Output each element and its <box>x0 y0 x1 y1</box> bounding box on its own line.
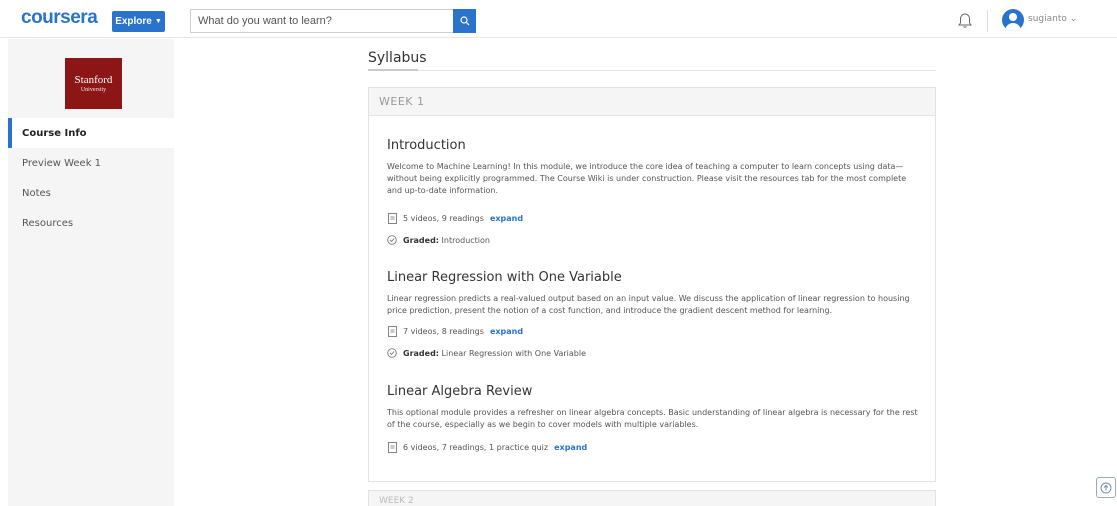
bell-icon[interactable] <box>957 12 973 29</box>
module-title: Linear Regression with One Variable <box>387 270 622 285</box>
graded-label: Graded: <box>403 235 439 245</box>
page-title: Syllabus <box>368 50 427 66</box>
header-divider <box>987 10 988 32</box>
sidebar-item-preview-week-1[interactable]: Preview Week 1 <box>8 148 174 178</box>
module-content-row: 5 videos, 9 readings expand <box>387 212 922 224</box>
title-divider <box>368 69 936 71</box>
stanford-logo: Stanford University <box>65 58 122 109</box>
sidebar-item-course-info[interactable]: Course Info <box>8 118 174 148</box>
scroll-top-icon <box>1100 482 1112 493</box>
graded-value: Introduction <box>441 235 490 245</box>
graded-badge-icon <box>387 235 397 246</box>
explore-button[interactable]: Explore ▼ <box>112 11 165 32</box>
sidebar-item-resources[interactable]: Resources <box>8 208 174 238</box>
module-description: Welcome to Machine Learning! In this mod… <box>387 162 907 195</box>
graded-badge-icon <box>387 348 397 359</box>
module-introduction: Introduction Welcome to Machine Learning… <box>387 138 922 246</box>
search-button[interactable] <box>453 9 476 33</box>
graded-label: Graded: <box>403 348 439 358</box>
search-input[interactable] <box>190 9 453 33</box>
expand-link[interactable]: expand <box>490 327 523 336</box>
module-title: Introduction <box>387 138 466 153</box>
coursera-logo[interactable]: coursera <box>21 8 98 27</box>
week-1-header: WEEK 1 <box>369 88 935 116</box>
week-1-card: WEEK 1 Introduction Welcome to Machine L… <box>368 87 936 482</box>
document-icon <box>387 212 397 224</box>
expand-link[interactable]: expand <box>554 443 587 452</box>
sidebar: Stanford University Course Info Preview … <box>8 39 174 506</box>
module-graded-row: Graded: Introduction <box>387 234 922 246</box>
document-icon <box>387 325 397 337</box>
module-title: Linear Algebra Review <box>387 384 533 399</box>
chevron-down-icon: ▼ <box>154 18 162 25</box>
week-2-header[interactable]: WEEK 2 <box>368 490 936 506</box>
module-linear-algebra: Linear Algebra Review This optional modu… <box>387 384 922 453</box>
username: sugianto <box>1028 14 1067 24</box>
module-content-row: 6 videos, 7 readings, 1 practice quiz ex… <box>387 441 922 453</box>
sidebar-nav: Course Info Preview Week 1 Notes Resourc… <box>8 118 174 238</box>
chevron-down-icon: ⌄ <box>1069 14 1078 24</box>
user-menu[interactable]: sugianto ⌄ <box>1028 14 1077 24</box>
module-content-count: 6 videos, 7 readings, 1 practice quiz <box>403 442 549 452</box>
module-content-count: 5 videos, 9 readings <box>403 213 484 223</box>
graded-value: Linear Regression with One Variable <box>441 348 586 358</box>
expand-link[interactable]: expand <box>490 214 523 223</box>
search-icon <box>459 16 469 26</box>
document-icon <box>387 441 397 453</box>
scroll-top-button[interactable] <box>1096 477 1116 498</box>
avatar[interactable] <box>1002 9 1024 31</box>
module-graded-row: Graded: Linear Regression with One Varia… <box>387 347 922 359</box>
module-content-count: 7 videos, 8 readings <box>403 326 484 336</box>
module-linear-regression: Linear Regression with One Variable Line… <box>387 270 922 359</box>
top-header: coursera Explore ▼ sugianto ⌄ <box>0 0 1117 38</box>
module-description: This optional module provides a refreshe… <box>387 408 918 429</box>
sidebar-item-notes[interactable]: Notes <box>8 178 174 208</box>
module-description: Linear regression predicts a real-valued… <box>387 294 910 315</box>
explore-label: Explore <box>115 16 152 27</box>
module-content-row: 7 videos, 8 readings expand <box>387 325 922 337</box>
